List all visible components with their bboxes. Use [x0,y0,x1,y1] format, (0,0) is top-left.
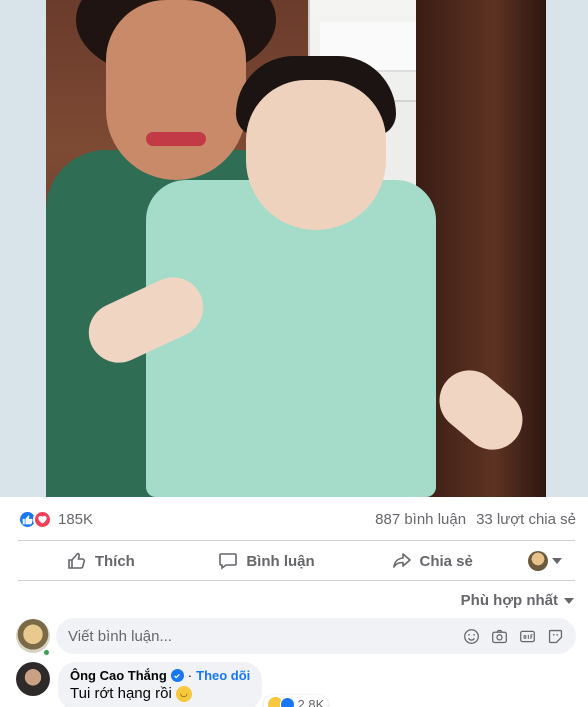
post-actions: Thích Bình luận Chia sẻ [18,544,575,578]
verified-badge-icon [170,669,184,682]
like-button[interactable]: Thích [18,544,184,578]
post-counts: 887 bình luận 33 lượt chia sẻ [375,511,576,528]
comments-count[interactable]: 887 bình luận [375,511,466,528]
comment-icon [219,553,238,570]
divider-bottom [18,580,575,581]
like-reaction-icon [279,697,295,707]
divider-top [18,540,575,541]
comment-text: Tui rớt hạng rồi [70,685,172,702]
share-button[interactable]: Chia sẻ [349,544,515,578]
online-status-dot [42,648,51,657]
comment-item: Ông Cao Thắng · Theo dõi Tui rớt hạng rồ… [16,662,576,707]
photo-person-lips [146,132,206,146]
thumbs-up-icon [68,552,85,569]
sticker-icon[interactable] [546,627,564,645]
love-reaction-icon [33,509,52,529]
name-separator: · [187,668,193,683]
comment-text-row: Tui rớt hạng rồi ◡ [70,685,250,702]
chevron-down-icon [564,597,574,604]
gif-icon[interactable] [518,627,536,645]
avatar[interactable] [16,662,50,696]
comment-bubble: Ông Cao Thắng · Theo dõi Tui rớt hạng rồ… [58,662,329,707]
reaction-profile-selector[interactable] [515,544,575,578]
camera-icon[interactable] [490,627,508,645]
profile-avatar-small [528,551,549,571]
post-stats: 185K 887 bình luận 33 lượt chia sẻ [18,506,576,532]
emoji-icon[interactable] [462,627,480,645]
comment-composer: Viết bình luận... [16,618,576,654]
photo-baby-dress [146,180,436,497]
chevron-down-icon [552,558,563,564]
share-label: Chia sẻ [419,552,473,570]
like-label: Thích [94,552,135,570]
comment-reactions[interactable]: 2,8K [263,695,329,707]
photo-person-face [106,0,246,180]
shares-count[interactable]: 33 lượt chia sẻ [476,511,576,528]
photo-baby-face [246,80,386,230]
follow-link[interactable]: Theo dõi [196,668,250,683]
comment-button[interactable]: Bình luận [184,544,350,578]
comment-label: Bình luận [246,552,315,570]
comment-author-row: Ông Cao Thắng · Theo dõi [70,668,250,683]
comment-author[interactable]: Ông Cao Thắng [70,668,167,683]
post-photo[interactable] [46,0,546,497]
sort-label: Phù hợp nhất [460,592,558,609]
composer-tools [462,627,564,645]
reactions-count[interactable]: 185K [58,511,93,528]
comment-sort-dropdown[interactable]: Phù hợp nhất [461,592,574,609]
reaction-icons [18,509,52,529]
laughing-emoji-icon: ◡ [175,685,192,702]
share-icon [392,553,411,568]
comment-reactions-count: 2,8K [297,697,325,707]
post-photo-container[interactable] [0,0,588,497]
comment-input[interactable]: Viết bình luận... [56,618,576,654]
reactions-summary[interactable]: 185K [18,509,93,529]
comment-input-placeholder[interactable]: Viết bình luận... [68,628,172,645]
